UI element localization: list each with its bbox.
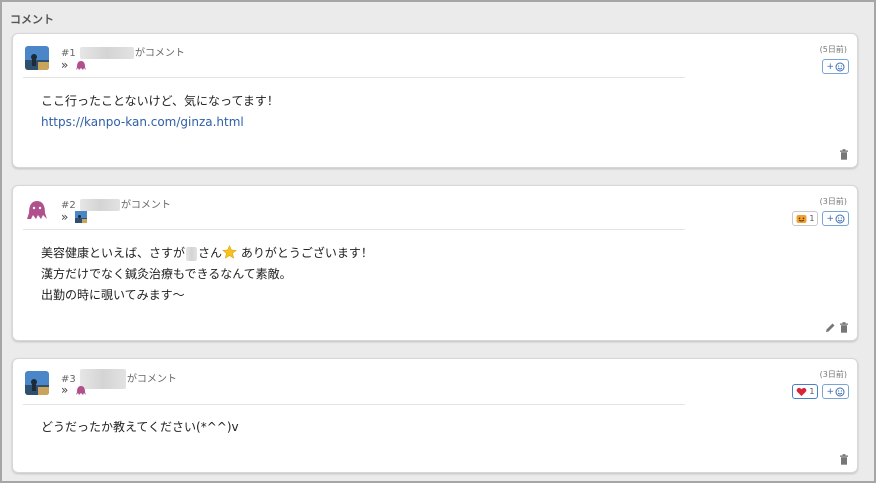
comment-text: さん — [198, 246, 223, 260]
comment-card: #3 がコメント » (3日前) 1 + どうだったか教えてください(*^^)v — [12, 358, 858, 473]
photo-avatar[interactable] — [25, 371, 49, 395]
add-reaction-button[interactable]: + — [822, 211, 849, 226]
comment-text: ありがとうございます！ — [237, 246, 373, 260]
add-label: + — [826, 386, 834, 397]
section-title: コメント — [10, 13, 54, 26]
heart-stamp-icon — [796, 387, 807, 396]
reply-chevron-icon: » — [61, 58, 69, 72]
timestamp: (3日前) — [819, 370, 847, 379]
reaction-count: 1 — [809, 214, 815, 223]
reaction-smile-stamp[interactable]: 1 — [792, 211, 819, 226]
timestamp: (3日前) — [819, 197, 847, 206]
comment-body: ここ行ったことないけど、気になってます！ https://kanpo-kan.c… — [41, 91, 279, 133]
reply-chevron-icon: » — [61, 383, 69, 397]
trash-icon[interactable] — [839, 322, 849, 333]
smiley-icon — [835, 62, 845, 71]
reactions: 1 + — [792, 211, 849, 226]
timestamp: (5日前) — [819, 45, 847, 54]
redacted-username — [186, 246, 198, 261]
trash-icon[interactable] — [839, 149, 849, 160]
comment-line: 出勤の時に覗いてみます〜 — [41, 288, 185, 302]
add-label: + — [826, 61, 834, 72]
comment-suffix: がコメント — [120, 200, 171, 211]
octopus-avatar[interactable] — [75, 384, 87, 396]
reply-line: » — [61, 210, 88, 224]
comment-meta: #1 がコメント — [61, 44, 185, 59]
add-label: + — [826, 213, 834, 224]
comment-tools — [839, 454, 849, 465]
divider — [23, 404, 685, 405]
comment-tools — [825, 322, 849, 333]
divider — [23, 77, 685, 78]
reactions: 1 + — [792, 384, 849, 399]
add-reaction-button[interactable]: + — [822, 384, 849, 399]
comment-body: 美容健康といえば、さすが さん ありがとうございます！ 漢方だけでなく鍼灸治療もで… — [41, 243, 373, 306]
comment-line: 美容健康といえば、さすが さん ありがとうございます！ — [41, 243, 373, 264]
octopus-avatar[interactable] — [25, 198, 49, 222]
smile-stamp-icon — [796, 214, 807, 223]
comment-line: どうだったか教えてください(*^^)v — [41, 420, 239, 434]
pencil-icon[interactable] — [825, 322, 835, 333]
photo-avatar[interactable] — [75, 211, 88, 223]
comment-suffix: がコメント — [134, 48, 185, 59]
comment-line: 漢方だけでなく鍼灸治療もできるなんて素敵。 — [41, 267, 292, 281]
comment-link[interactable]: https://kanpo-kan.com/ginza.html — [41, 112, 279, 133]
octopus-avatar[interactable] — [75, 59, 87, 71]
reply-chevron-icon: » — [61, 210, 69, 224]
reactions: + — [822, 59, 849, 74]
smiley-icon — [835, 214, 845, 223]
comment-body: どうだったか教えてください(*^^)v — [41, 417, 239, 438]
trash-icon[interactable] — [839, 454, 849, 465]
reaction-heart-stamp[interactable]: 1 — [792, 384, 819, 399]
divider — [23, 229, 685, 230]
add-reaction-button[interactable]: + — [822, 59, 849, 74]
comment-section: コメント #1 がコメント » (5日前) + ここ行ったことないけど、気になっ… — [0, 0, 876, 483]
reply-line: » — [61, 58, 87, 72]
comment-meta: #2 がコメント — [61, 196, 171, 211]
star-icon — [222, 244, 237, 259]
reaction-count: 1 — [809, 387, 815, 396]
redacted-username — [79, 47, 134, 59]
comment-card: #2 がコメント » (3日前) 1 + 美容健康といえば、さすが さん ありがと… — [12, 185, 858, 341]
photo-avatar[interactable] — [25, 46, 49, 70]
comment-tools — [839, 149, 849, 160]
comment-text: 美容健康といえば、さすが — [41, 246, 186, 260]
comment-suffix: がコメント — [126, 374, 177, 385]
reply-line: » — [61, 383, 87, 397]
smiley-icon — [835, 387, 845, 396]
comment-card: #1 がコメント » (5日前) + ここ行ったことないけど、気になってます！ … — [12, 33, 858, 168]
comment-line: ここ行ったことないけど、気になってます！ — [41, 94, 279, 108]
